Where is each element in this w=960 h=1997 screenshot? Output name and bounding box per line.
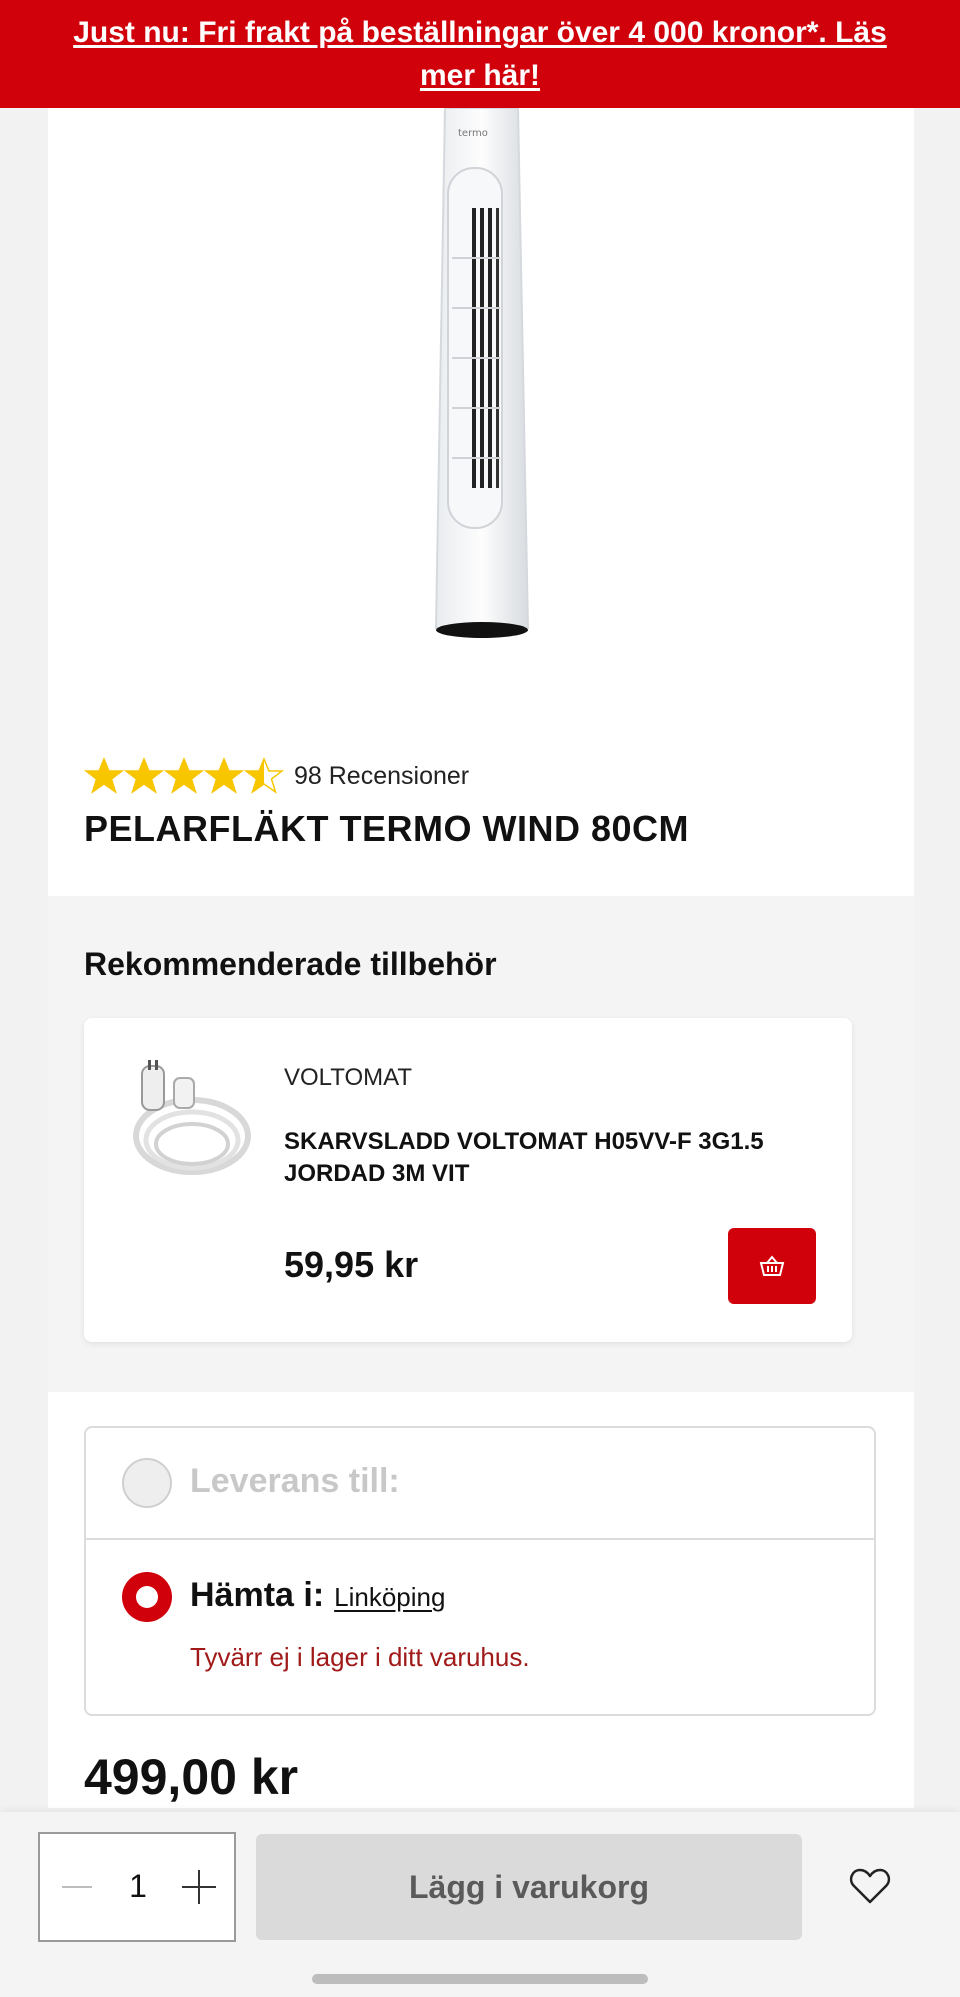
promo-banner-link[interactable]: Just nu: Fri frakt på beställningar över… xyxy=(60,11,900,97)
pickup-option-label: Hämta i: xyxy=(190,1576,325,1614)
product-logo: termo xyxy=(458,128,488,139)
add-accessory-to-cart-button[interactable] xyxy=(728,1228,816,1304)
delivery-option-label: Leverans till: xyxy=(190,1462,400,1500)
favorite-button[interactable] xyxy=(846,1862,894,1910)
home-indicator xyxy=(312,1974,648,1984)
recommended-accessories: Rekommenderade tillbehör VOLTOMAT SKARVS… xyxy=(48,896,914,1392)
star-icon xyxy=(164,757,204,794)
stock-message: Tyvärr ej i lager i ditt varuhus. xyxy=(190,1642,530,1672)
decrease-quantity-button[interactable] xyxy=(54,1864,100,1910)
rating-row[interactable]: 98 Recensioner xyxy=(84,754,469,798)
accessory-card[interactable]: VOLTOMAT SKARVSLADD VOLTOMAT H05VV-F 3G1… xyxy=(84,1018,852,1342)
product-price: 499,00 kr xyxy=(84,1749,299,1805)
star-rating xyxy=(84,756,284,796)
star-icon xyxy=(244,757,284,794)
bottom-action-bar: 1 Lägg i varukorg xyxy=(0,1812,960,1997)
delivery-options: Leverans till: Hämta i: Linköping Tyvärr… xyxy=(84,1426,876,1716)
promo-banner[interactable]: Just nu: Fri frakt på beställningar över… xyxy=(0,0,960,108)
accessory-name[interactable]: SKARVSLADD VOLTOMAT H05VV-F 3G1.5 JORDAD… xyxy=(284,1126,804,1190)
increase-quantity-button[interactable] xyxy=(176,1864,222,1910)
store-link[interactable]: Linköping xyxy=(334,1582,445,1613)
pickup-label-group: Hämta i: Linköping xyxy=(190,1576,445,1615)
accessory-price: 59,95 kr xyxy=(284,1244,419,1285)
quantity-value[interactable]: 1 xyxy=(120,1868,156,1905)
quantity-stepper: 1 xyxy=(38,1832,236,1942)
minus-icon xyxy=(62,1886,92,1888)
product-title: PELARFLÄKT TERMO WIND 80CM xyxy=(84,808,689,849)
delivery-option-pickup[interactable]: Hämta i: Linköping Tyvärr ej i lager i d… xyxy=(86,1540,874,1716)
delivery-radio[interactable] xyxy=(122,1458,172,1508)
pickup-radio[interactable] xyxy=(122,1572,172,1622)
accessory-image xyxy=(133,1060,251,1175)
product-card: termo 98 Recensioner PELARFLÄKT TERMO WI… xyxy=(48,108,914,1808)
star-icon xyxy=(204,757,244,794)
delivery-option-home[interactable]: Leverans till: xyxy=(86,1428,874,1540)
star-icon xyxy=(84,757,124,794)
star-icon xyxy=(124,757,164,794)
accessory-brand: VOLTOMAT xyxy=(284,1064,413,1091)
add-to-cart-button[interactable]: Lägg i varukorg xyxy=(256,1834,802,1940)
reviews-count[interactable]: 98 Recensioner xyxy=(294,762,469,791)
section-heading: Rekommenderade tillbehör xyxy=(84,946,497,982)
heart-icon xyxy=(849,1868,891,1904)
product-image: termo xyxy=(434,108,530,638)
plus-icon xyxy=(182,1870,216,1904)
basket-icon xyxy=(759,1255,785,1276)
